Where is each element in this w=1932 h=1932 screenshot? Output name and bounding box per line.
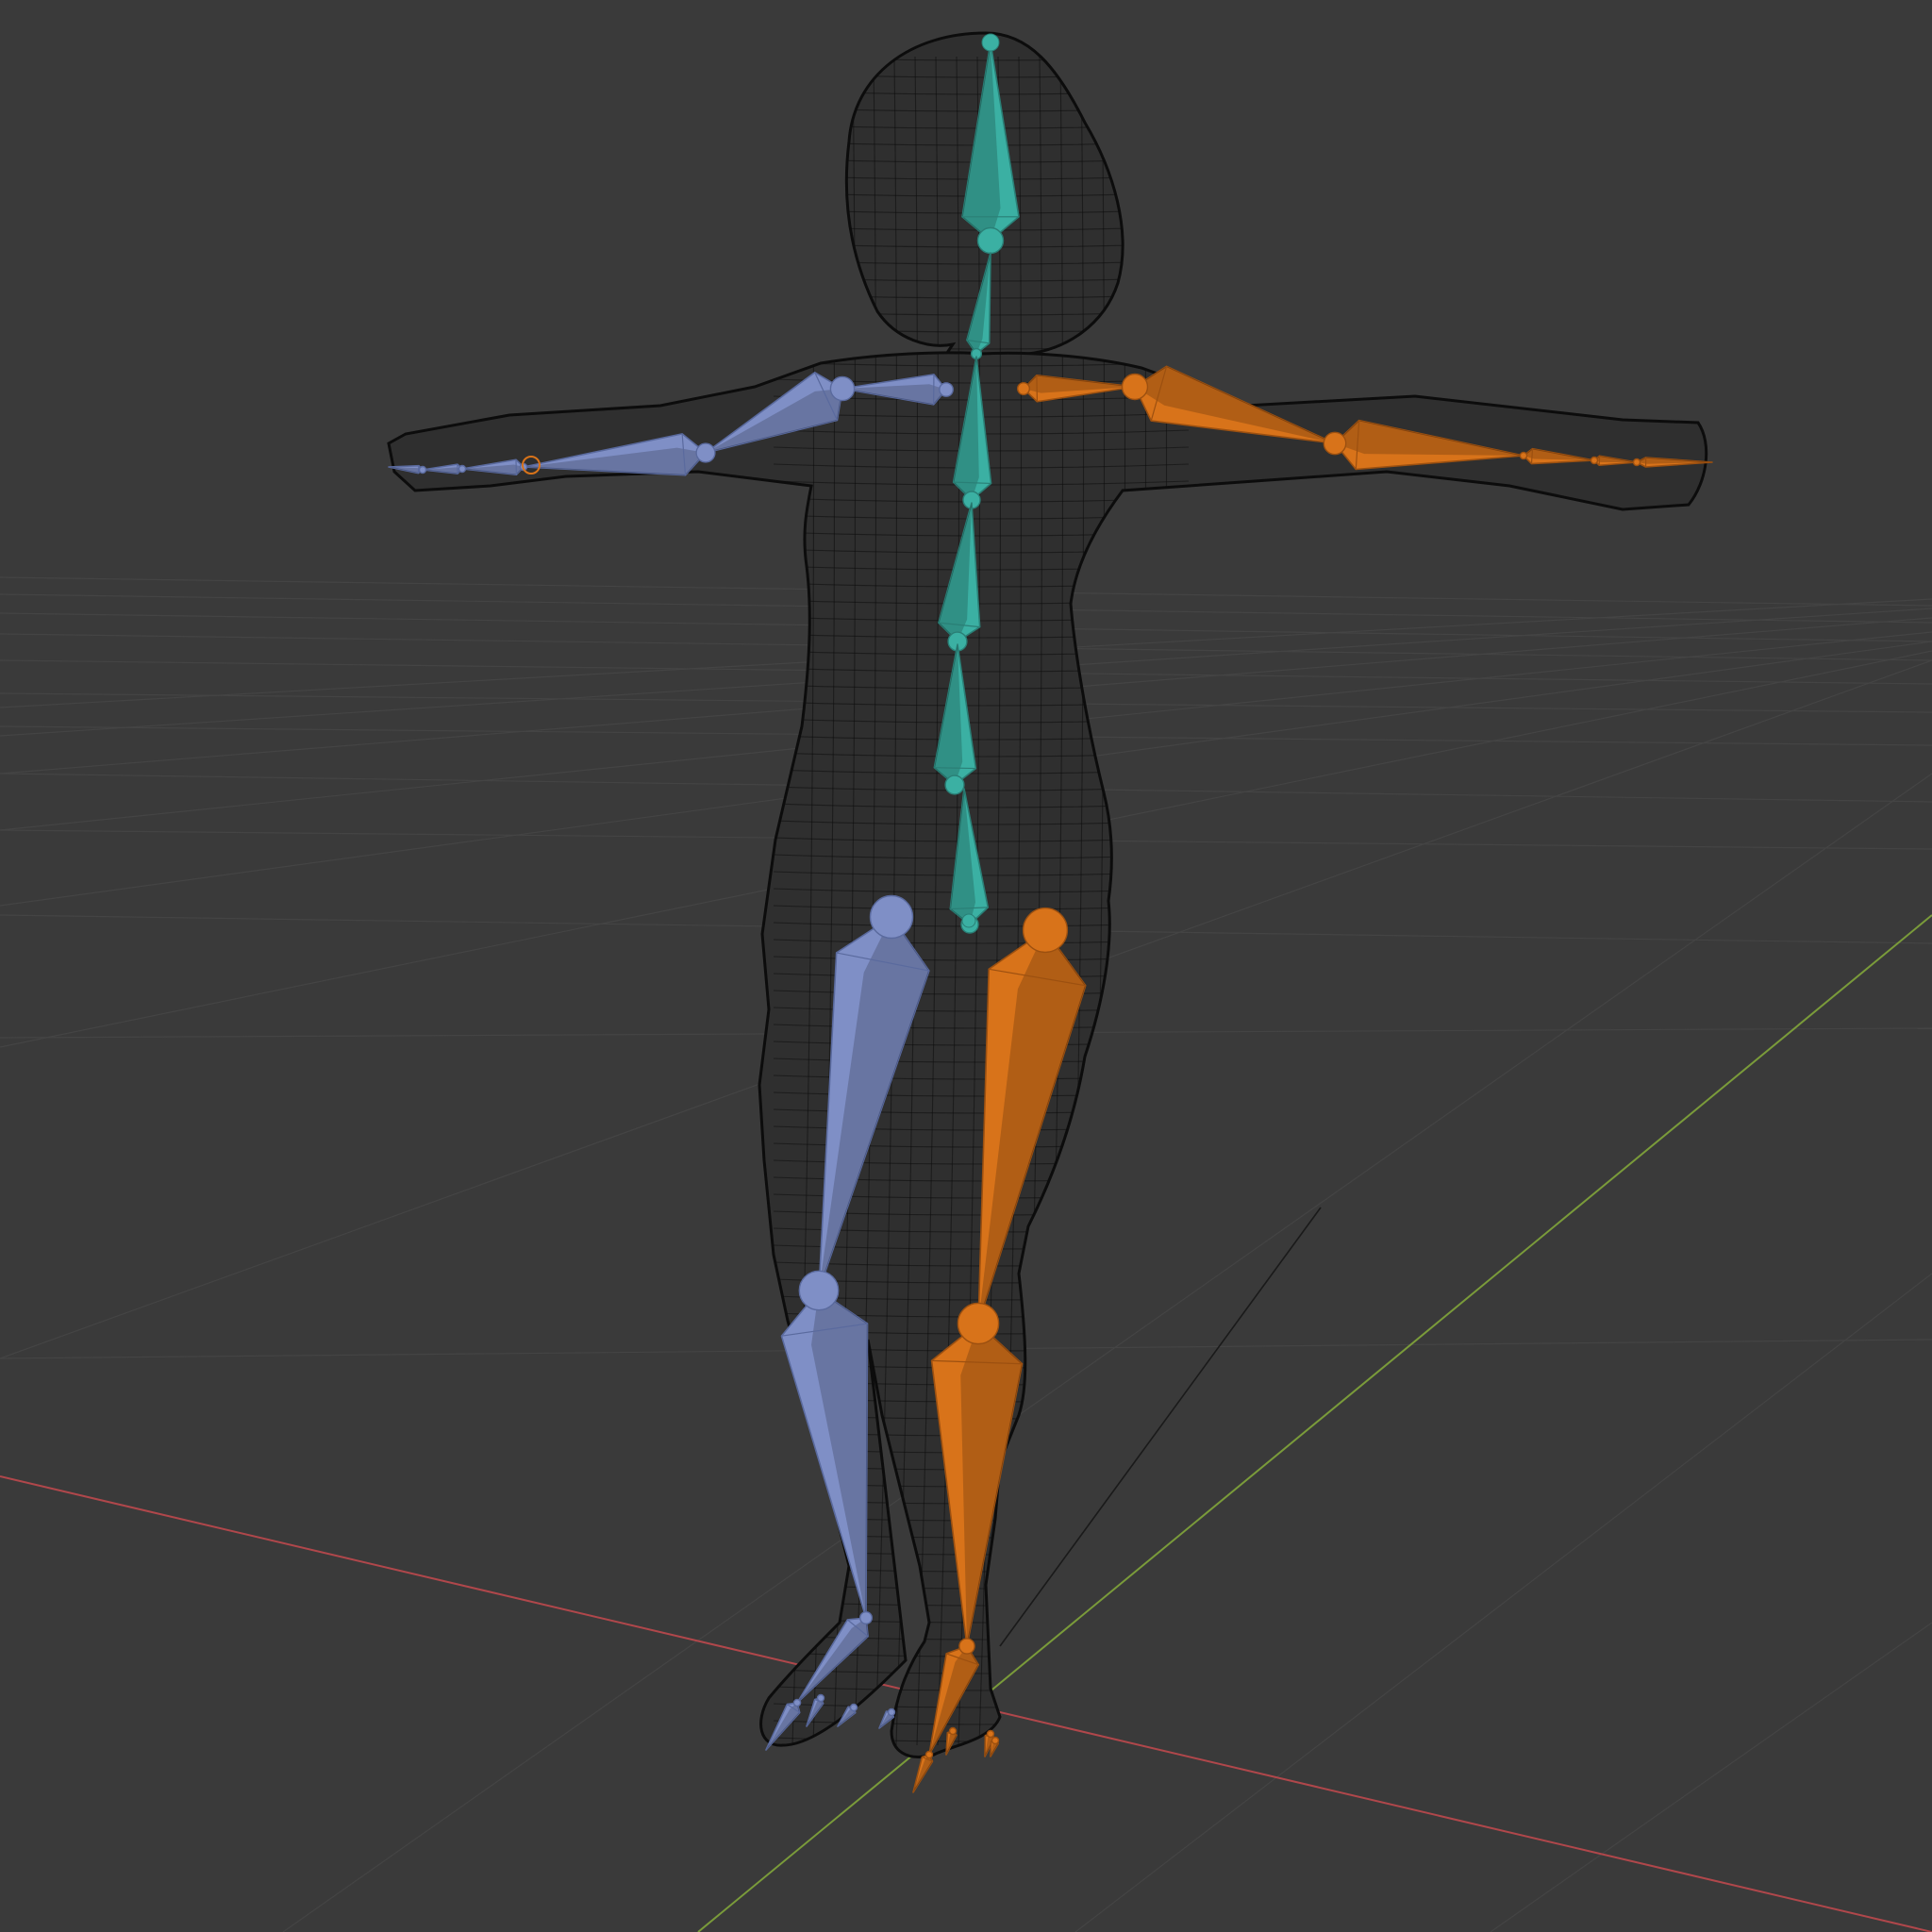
bone-shin-r-head-joint[interactable] [957, 1302, 1000, 1345]
viewport-canvas[interactable] [0, 0, 1932, 1932]
bone-shoulder-l-head-joint[interactable] [939, 382, 954, 397]
bone-thigh-r-head-joint[interactable] [1022, 907, 1069, 954]
character-mesh[interactable] [387, 31, 1708, 1758]
bone-toe-l2-head-joint[interactable] [816, 1693, 825, 1703]
bone-head-tail-joint[interactable] [981, 33, 1000, 52]
bone-spine-1-head-joint[interactable] [944, 774, 965, 795]
bone-toe-l3-head-joint[interactable] [849, 1703, 858, 1712]
bone-toe-l4-head-joint[interactable] [887, 1707, 896, 1717]
bone-toe-r1-head-joint[interactable] [924, 1750, 934, 1759]
bone-toe-r3-head-joint[interactable] [986, 1729, 995, 1739]
bone-shin-l[interactable] [780, 1270, 869, 1619]
bone-thigh-l-head-joint[interactable] [869, 894, 914, 940]
bone-toe-r2-head-joint[interactable] [948, 1726, 958, 1736]
z-axis-line [999, 1207, 1322, 1647]
bone-forearm-l-head-joint[interactable] [695, 442, 716, 463]
bone-foot-l-head-joint[interactable] [859, 1610, 874, 1624]
bone-finger-r2-head-joint[interactable] [1632, 458, 1641, 467]
bone-hand-r-head-joint[interactable] [1519, 451, 1528, 460]
bone-head-head-joint[interactable] [976, 226, 1005, 255]
bone-toe-r4[interactable] [990, 1736, 1000, 1757]
bone-finger-r1-head-joint[interactable] [1590, 456, 1599, 465]
mesh-wire-line [1144, 56, 1168, 1746]
grid-line [1490, 1622, 1932, 1932]
mesh-wire-line [1124, 56, 1147, 1746]
bone-forearm-r-head-joint[interactable] [1323, 431, 1347, 456]
bone-foot-r-head-joint[interactable] [958, 1638, 975, 1655]
mesh-wire-line [773, 1737, 1190, 1742]
bone-finger-l1-head-joint[interactable] [458, 464, 467, 474]
bone-shin-r-shade [960, 1324, 1023, 1646]
bone-upper-arm-l-head-joint[interactable] [829, 375, 856, 402]
bone-shoulder-r-head-joint[interactable] [1016, 382, 1030, 396]
bone-upper-arm-r-head-joint[interactable] [1121, 373, 1149, 401]
bone-finger-l2-head-joint[interactable] [418, 465, 427, 475]
bone-toe-r4-head-joint[interactable] [991, 1736, 1000, 1745]
bone-hips-tail-joint[interactable] [961, 913, 976, 928]
bone-shin-l-head-joint[interactable] [798, 1270, 840, 1311]
grid-line [1074, 1273, 1932, 1932]
3d-viewport[interactable] [0, 0, 1932, 1932]
bone-toe-l1-head-joint[interactable] [792, 1698, 802, 1707]
